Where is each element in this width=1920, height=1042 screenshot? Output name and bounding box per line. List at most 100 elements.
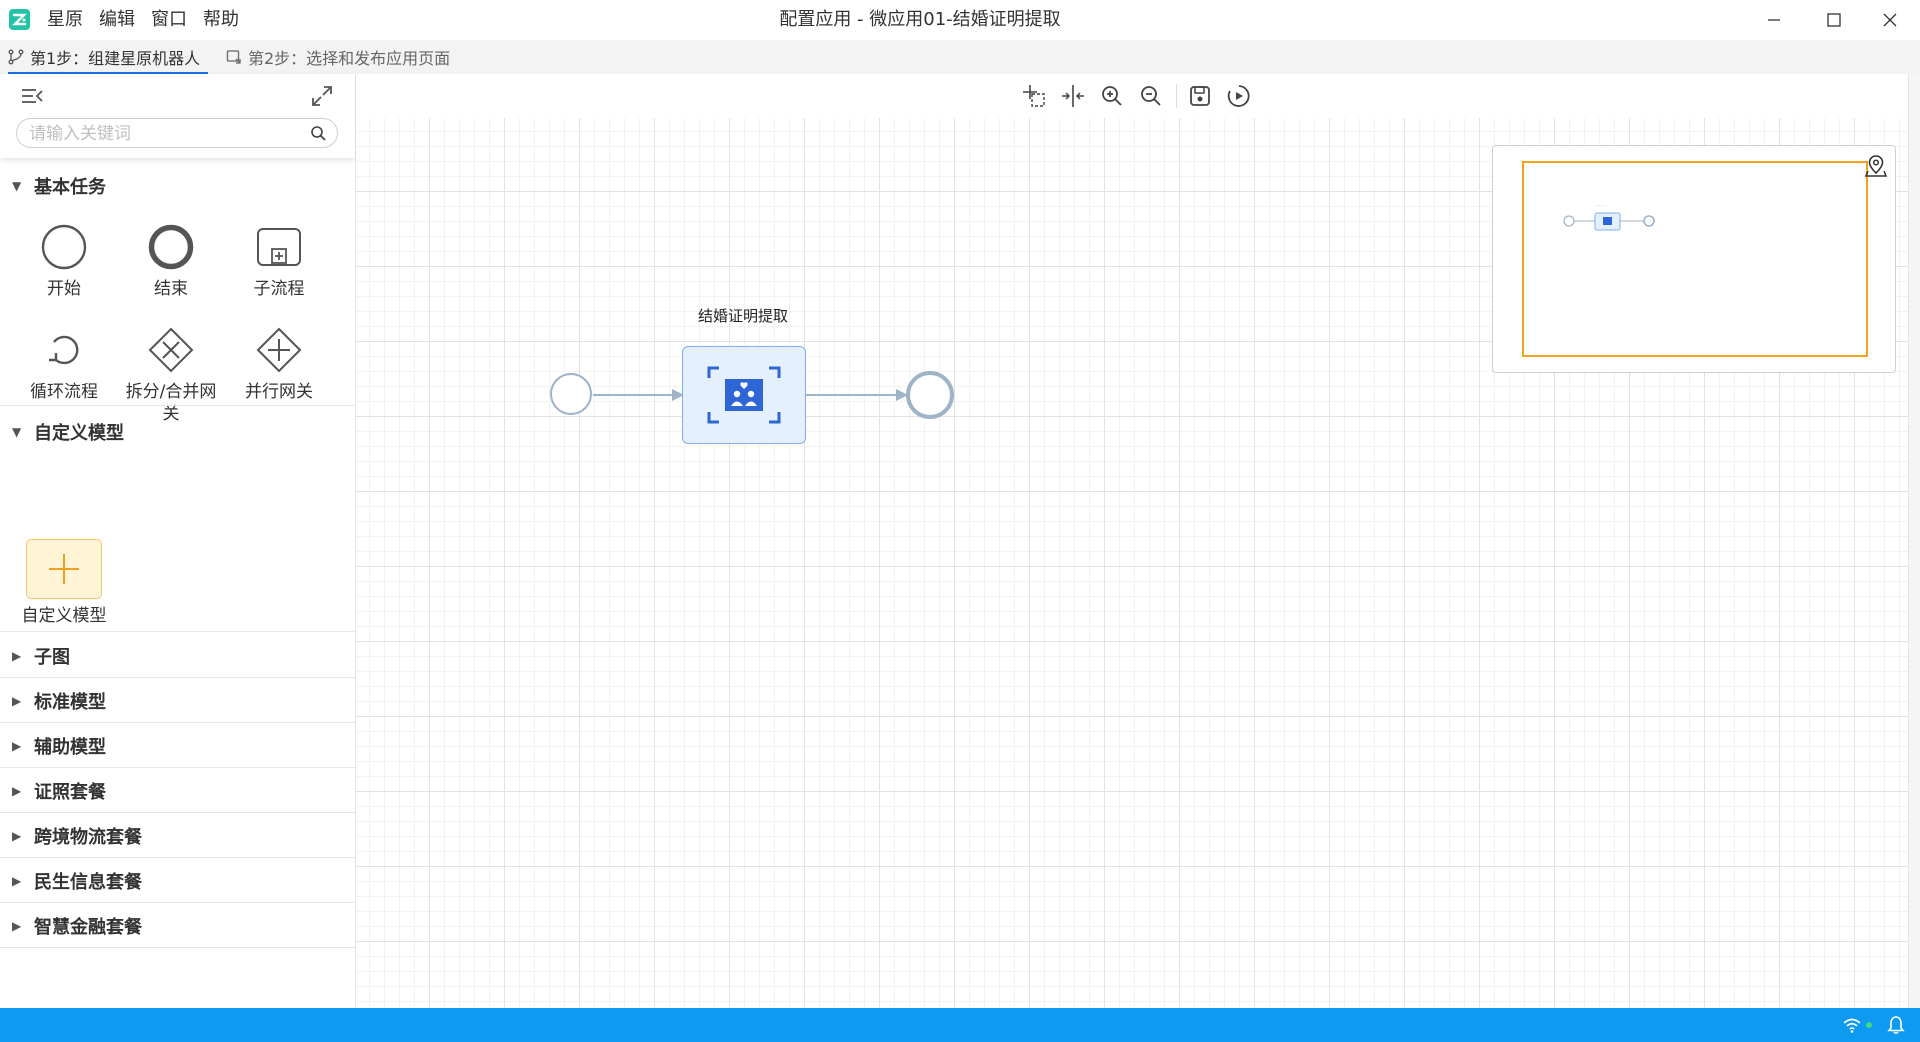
title-bar: 星原 编辑 窗口 帮助 配置应用 - 微应用01-结婚证明提取 bbox=[0, 0, 1920, 40]
select-region-icon bbox=[1023, 85, 1045, 107]
section-livelihood-info[interactable]: ▶ 民生信息套餐 bbox=[0, 859, 355, 903]
tool-end-label: 结束 bbox=[154, 279, 188, 299]
section-livelihood-info-title: 民生信息套餐 bbox=[34, 872, 142, 893]
section-custom-models[interactable]: ▼ 自定义模型 bbox=[0, 410, 355, 454]
align-button[interactable] bbox=[1059, 82, 1087, 110]
canvas-toolbar bbox=[356, 74, 1920, 118]
caret-right-icon: ▶ bbox=[12, 919, 22, 933]
divider bbox=[0, 902, 355, 903]
caret-right-icon: ▶ bbox=[12, 694, 22, 708]
tool-loop[interactable]: 循环流程 bbox=[14, 319, 114, 403]
zoom-out-icon bbox=[1141, 86, 1161, 106]
status-bar bbox=[0, 1008, 1920, 1042]
search-icon[interactable] bbox=[310, 125, 327, 142]
section-basic-tasks-title: 基本任务 bbox=[34, 177, 106, 198]
end-node[interactable] bbox=[906, 371, 954, 419]
minimap-preview: · · · · bbox=[1563, 203, 1655, 231]
bell-icon[interactable] bbox=[1887, 1015, 1905, 1035]
section-auxiliary-models[interactable]: ▶ 辅助模型 bbox=[0, 724, 355, 768]
minimize-button[interactable] bbox=[1746, 0, 1802, 40]
expand-icon bbox=[312, 86, 332, 106]
section-auxiliary-models-title: 辅助模型 bbox=[34, 737, 106, 758]
zoom-out-button[interactable] bbox=[1137, 82, 1165, 110]
section-subgraph[interactable]: ▶ 子图 bbox=[0, 634, 355, 678]
tab-step-1[interactable]: 第1步：组建星原机器人 bbox=[8, 40, 209, 75]
branch-icon bbox=[8, 49, 24, 65]
start-event-icon bbox=[41, 224, 87, 270]
section-standard-models-title: 标准模型 bbox=[34, 692, 106, 713]
tool-start[interactable]: 开始 bbox=[14, 216, 114, 300]
sidebar-header bbox=[0, 74, 355, 158]
toolbar-separator bbox=[1176, 84, 1177, 108]
section-smart-finance[interactable]: ▶ 智慧金融套餐 bbox=[0, 904, 355, 948]
caret-right-icon: ▶ bbox=[12, 784, 22, 798]
divider bbox=[0, 722, 355, 723]
align-icon bbox=[1062, 85, 1084, 107]
section-standard-models[interactable]: ▶ 标准模型 bbox=[0, 679, 355, 723]
select-region-button[interactable] bbox=[1020, 82, 1048, 110]
close-button[interactable] bbox=[1862, 0, 1918, 40]
search-input[interactable] bbox=[27, 123, 301, 145]
marriage-certificate-scan-icon bbox=[707, 366, 781, 424]
close-icon bbox=[1883, 13, 1897, 27]
svg-text:· · · ·: · · · · bbox=[1596, 203, 1605, 208]
tab-step-2[interactable]: 第2步：选择和发布应用页面 bbox=[226, 40, 450, 74]
tool-parallel-gateway[interactable]: 并行网关 bbox=[229, 319, 329, 403]
wifi-icon bbox=[1843, 1018, 1861, 1033]
section-smart-finance-title: 智慧金融套餐 bbox=[34, 917, 142, 938]
connection-status-dot bbox=[1866, 1022, 1872, 1028]
locate-button[interactable] bbox=[1864, 154, 1888, 182]
tab-step-1-label: 第1步：组建星原机器人 bbox=[30, 49, 201, 68]
maximize-button[interactable] bbox=[1806, 0, 1862, 40]
task-node[interactable] bbox=[682, 346, 806, 444]
end-event-icon bbox=[148, 224, 194, 270]
save-icon bbox=[1190, 86, 1210, 106]
run-button[interactable] bbox=[1225, 82, 1253, 110]
expand-sidebar-button[interactable] bbox=[310, 84, 334, 112]
vertical-scrollbar[interactable] bbox=[1908, 74, 1920, 1008]
step-tabs: 第1步：组建星原机器人 第2步：选择和发布应用页面 bbox=[0, 40, 1920, 75]
tool-subprocess[interactable]: 子流程 bbox=[229, 216, 329, 300]
caret-right-icon: ▶ bbox=[12, 649, 22, 663]
task-node-label: 结婚证明提取 bbox=[698, 307, 789, 325]
subprocess-icon bbox=[257, 228, 301, 266]
exclusive-gateway-icon bbox=[148, 327, 194, 373]
collapse-menu-icon bbox=[22, 89, 43, 103]
section-license-package[interactable]: ▶ 证照套餐 bbox=[0, 769, 355, 813]
minimize-icon bbox=[1768, 19, 1780, 21]
tab-step-2-label: 第2步：选择和发布应用页面 bbox=[248, 49, 451, 68]
save-button[interactable] bbox=[1186, 82, 1214, 110]
page-publish-icon bbox=[226, 50, 241, 64]
location-pin-icon bbox=[1864, 155, 1888, 177]
start-node[interactable] bbox=[550, 373, 592, 415]
collapse-sidebar-button[interactable] bbox=[20, 86, 44, 110]
section-cross-border-logistics-title: 跨境物流套餐 bbox=[34, 827, 142, 848]
section-license-package-title: 证照套餐 bbox=[34, 782, 106, 803]
zoom-in-button[interactable] bbox=[1098, 82, 1126, 110]
divider bbox=[0, 812, 355, 813]
section-subgraph-title: 子图 bbox=[34, 647, 70, 668]
maximize-icon bbox=[1827, 13, 1841, 27]
section-custom-models-title: 自定义模型 bbox=[34, 423, 124, 444]
component-sidebar: ▼ 基本任务 开始 结束 子流程 循环流程 拆分/合并网关 bbox=[0, 74, 356, 1008]
divider bbox=[0, 405, 355, 406]
tool-parallel-gateway-label: 并行网关 bbox=[245, 382, 313, 402]
section-cross-border-logistics[interactable]: ▶ 跨境物流套餐 bbox=[0, 814, 355, 858]
caret-down-icon: ▼ bbox=[12, 425, 22, 439]
divider bbox=[0, 947, 355, 948]
add-custom-model-button[interactable] bbox=[26, 539, 102, 599]
tool-start-label: 开始 bbox=[47, 279, 81, 299]
caret-right-icon: ▶ bbox=[12, 739, 22, 753]
divider bbox=[0, 631, 355, 632]
minimap: · · · · bbox=[1492, 145, 1896, 373]
caret-down-icon: ▼ bbox=[12, 179, 22, 193]
loop-icon bbox=[49, 335, 79, 365]
search-field bbox=[16, 118, 338, 148]
section-basic-tasks[interactable]: ▼ 基本任务 bbox=[0, 164, 355, 208]
run-icon bbox=[1227, 85, 1250, 107]
tool-end[interactable]: 结束 bbox=[121, 216, 221, 300]
divider bbox=[0, 767, 355, 768]
tool-subprocess-label: 子流程 bbox=[253, 279, 305, 299]
minimap-viewport[interactable]: · · · · bbox=[1522, 161, 1868, 357]
plus-icon bbox=[49, 554, 79, 584]
